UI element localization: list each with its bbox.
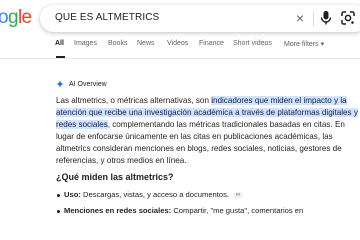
bullet-text: Descargas, vistas, y acceso a documentos… — [80, 190, 230, 199]
ai-overview-header: AI Overview — [56, 78, 107, 90]
search-bar[interactable]: QUE ES ALTMETRICS × — [40, 5, 360, 32]
link-icon[interactable]: ∞ — [233, 191, 244, 199]
ai-overview-title: AI Overview — [69, 80, 107, 88]
logo-letter: g — [7, 7, 19, 28]
ai-intro-text: Las altmetrics, o métricas alternativas,… — [56, 96, 212, 105]
search-input[interactable]: QUE ES ALTMETRICS — [55, 12, 159, 23]
tab-videos[interactable]: Videos — [167, 40, 188, 47]
sparkle-icon — [56, 80, 64, 88]
tab-news[interactable]: News — [137, 40, 155, 47]
bullet-term: Menciones en redes sociales: — [64, 206, 172, 215]
section-heading: ¿Qué miden las altmetrics? — [56, 172, 174, 182]
tab-images[interactable]: Images — [74, 40, 97, 47]
logo-letter: le — [17, 7, 32, 28]
divider — [313, 11, 314, 26]
tab-books[interactable]: Books — [108, 40, 127, 47]
tab-finance[interactable]: Finance — [199, 40, 224, 47]
tab-more-filters-label: More filters — [284, 41, 319, 48]
content-fade-overlay — [0, 216, 360, 240]
chevron-down-icon: ▾ — [320, 41, 325, 48]
logo-letter: o — [0, 7, 9, 28]
bullet-term: Uso: — [64, 190, 81, 199]
tab-short-videos[interactable]: Short videos — [233, 40, 272, 47]
microphone-icon[interactable] — [319, 10, 333, 26]
tab-more-filters[interactable]: More filters ▾ — [284, 40, 324, 48]
divider — [0, 58, 360, 59]
bullet-text: Compartir, "me gusta", comentarios en — [171, 206, 304, 215]
clear-icon[interactable]: × — [293, 11, 307, 25]
list-item: Menciones en redes sociales: Compartir, … — [56, 206, 304, 215]
ai-overview-text: Las altmetrics, o métricas alternativas,… — [56, 95, 358, 166]
tab-all[interactable]: All — [55, 40, 64, 47]
google-logo[interactable]: ogle — [0, 7, 32, 29]
camera-lens-icon[interactable] — [340, 10, 356, 26]
list-item: Uso: Descargas, vistas, y acceso a docum… — [56, 190, 244, 199]
